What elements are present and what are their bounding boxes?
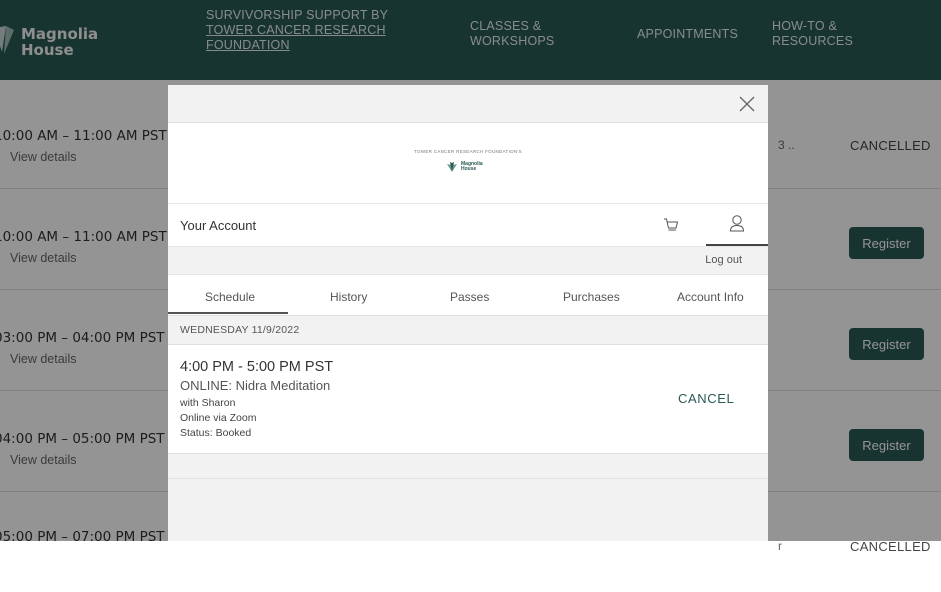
tab-account-info[interactable]: Account Info: [677, 290, 744, 304]
user-menu-active-indicator: [706, 244, 768, 246]
account-modal: TOWER CANCER RESEARCH FOUNDATION'S Magno…: [168, 85, 768, 541]
active-tab-indicator: [168, 312, 288, 314]
account-tabs: Schedule History Passes Purchases Accoun…: [168, 275, 768, 316]
class-info-truncated: r: [778, 539, 782, 553]
modal-header: [168, 85, 768, 123]
tab-passes[interactable]: Passes: [450, 290, 489, 304]
appointment-time: 4:00 PM - 5:00 PM PST: [180, 359, 334, 375]
magnolia-logo-icon: [447, 162, 457, 172]
account-title: Your Account: [180, 218, 257, 233]
appointment-location: Online via Zoom: [180, 412, 257, 424]
brand-tagline: TOWER CANCER RESEARCH FOUNDATION'S: [414, 149, 522, 154]
cart-icon[interactable]: [663, 217, 679, 233]
tab-purchases[interactable]: Purchases: [563, 290, 620, 304]
appointment-class: ONLINE: Nidra Meditation: [180, 378, 331, 393]
tab-schedule[interactable]: Schedule: [205, 290, 255, 304]
schedule-date: WEDNESDAY 11/9/2022: [180, 324, 300, 336]
user-menu: Log out: [168, 247, 768, 275]
close-icon[interactable]: [738, 95, 756, 113]
class-status: CANCELLED: [850, 539, 931, 554]
schedule-date-header: WEDNESDAY 11/9/2022: [168, 316, 768, 345]
modal-brand-banner: TOWER CANCER RESEARCH FOUNDATION'S Magno…: [168, 123, 768, 204]
appointment-instructor: with Sharon: [180, 397, 236, 409]
modal-logo: Magnolia House: [445, 160, 483, 174]
account-bar: Your Account: [168, 204, 768, 247]
modal-logo-line2: House: [461, 166, 477, 172]
appointment-card: 4:00 PM - 5:00 PM PST ONLINE: Nidra Medi…: [168, 345, 768, 454]
appointment-status: Status: Booked: [180, 427, 252, 439]
user-icon[interactable]: [729, 214, 745, 232]
logout-link[interactable]: Log out: [705, 254, 742, 266]
modal-spacer: [168, 454, 768, 479]
tab-history[interactable]: History: [330, 290, 367, 304]
cancel-appointment-button[interactable]: CANCEL: [678, 391, 734, 406]
